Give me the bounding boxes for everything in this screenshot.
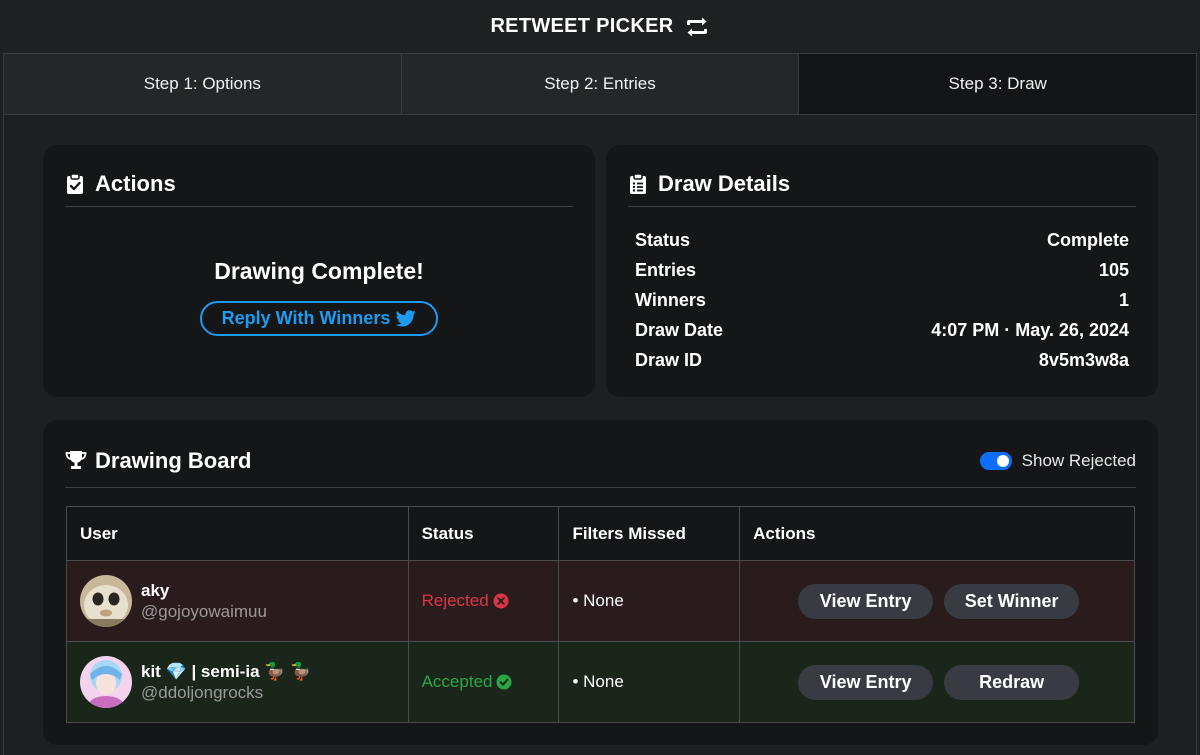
detail-value: 8v5m3w8a [1038, 349, 1129, 370]
column-header-user: User [66, 506, 409, 561]
table-row: aky @gojoyowaimuu Rejected • None View E… [66, 560, 1135, 642]
draw-details-card: Draw Details Status Complete Entries 105… [606, 145, 1158, 397]
detail-label: Winners [635, 289, 706, 310]
detail-value: 105 [1098, 259, 1129, 280]
column-header-status: Status [407, 506, 560, 561]
user-name: kit 💎 | semi-ia 🦆 🦆 [141, 661, 312, 681]
avatar[interactable] [80, 575, 132, 627]
view-entry-button[interactable]: View Entry [798, 583, 934, 619]
status-cell: Accepted [407, 641, 560, 723]
filters-cell: • None [558, 560, 741, 642]
status-label: Rejected [421, 591, 489, 610]
drawing-board-card: Drawing Board Show Rejected User Status … [43, 420, 1158, 745]
clipboard-check-icon [65, 172, 85, 195]
detail-label: Draw Date [635, 319, 724, 340]
avatar[interactable] [80, 656, 132, 708]
tab-label: Step 1: Options [143, 74, 261, 93]
board-header: Drawing Board Show Rejected [65, 434, 1136, 488]
filters-missed-value: • None [572, 672, 624, 691]
tab-label: Step 2: Entries [544, 74, 656, 93]
view-entry-button[interactable]: View Entry [798, 664, 934, 700]
user-cell: aky @gojoyowaimuu [66, 560, 409, 642]
detail-row-entries: Entries 105 [635, 255, 1129, 285]
actions-card-header: Actions [65, 161, 573, 207]
board-title: Drawing Board [95, 447, 252, 473]
retweet-icon [684, 17, 710, 37]
app-header: RETWEET PICKER [0, 0, 1200, 53]
filters-missed-value: • None [572, 591, 624, 610]
table-row: kit 💎 | semi-ia 🦆 🦆 @ddoljongrocks Accep… [66, 641, 1135, 723]
row-actions: View Entry Set Winner [753, 583, 1134, 619]
detail-value: 1 [1118, 289, 1129, 310]
status-accepted: Accepted [422, 672, 513, 692]
user-handle[interactable]: @gojoyowaimuu [141, 602, 267, 622]
set-winner-button[interactable]: Set Winner [944, 583, 1080, 619]
step-tabs: Step 1: Options Step 2: Entries Step 3: … [3, 53, 1197, 115]
column-header-filters-missed: Filters Missed [558, 506, 741, 561]
app-title: RETWEET PICKER [490, 15, 674, 37]
tab-step-1-options[interactable]: Step 1: Options [4, 54, 402, 114]
twitter-bird-icon [396, 310, 417, 327]
tab-step-2-entries[interactable]: Step 2: Entries [402, 54, 800, 114]
actions-cell: View Entry Set Winner [739, 560, 1135, 642]
actions-card: Actions Drawing Complete! Reply With Win… [43, 145, 595, 397]
detail-row-winners: Winners 1 [635, 285, 1129, 315]
user-info: kit 💎 | semi-ia 🦆 🦆 @ddoljongrocks [80, 656, 408, 708]
drawing-complete-message: Drawing Complete! [214, 258, 424, 284]
user-info: aky @gojoyowaimuu [80, 575, 408, 627]
detail-row-draw-date: Draw Date 4:07 PM · May. 26, 2024 [635, 315, 1129, 345]
detail-value: Complete [1046, 229, 1129, 250]
detail-label: Entries [635, 259, 697, 280]
status-label: Accepted [421, 672, 493, 691]
filters-cell: • None [558, 641, 741, 723]
row-actions: View Entry Redraw [753, 664, 1134, 700]
detail-value: 4:07 PM · May. 26, 2024 [931, 319, 1129, 340]
status-rejected: Rejected [422, 591, 509, 611]
board-title-wrap: Drawing Board [65, 448, 251, 474]
check-circle-icon [496, 674, 512, 690]
drawing-board-table: User Status Filters Missed Actions aky @… [66, 506, 1135, 723]
tab-step-3-draw[interactable]: Step 3: Draw [799, 54, 1197, 114]
detail-row-draw-id: Draw ID 8v5m3w8a [635, 345, 1129, 375]
trophy-icon [65, 450, 87, 472]
toggle-knob [996, 454, 1009, 467]
redraw-button[interactable]: Redraw [944, 664, 1080, 700]
details-card-header: Draw Details [628, 161, 1136, 207]
actions-cell: View Entry Redraw [739, 641, 1135, 723]
details-card-title: Draw Details [658, 170, 791, 196]
table-header-row: User Status Filters Missed Actions [66, 506, 1135, 561]
column-header-actions: Actions [739, 506, 1135, 561]
tab-label: Step 3: Draw [948, 74, 1047, 93]
show-rejected-label: Show Rejected [1021, 450, 1136, 470]
actions-card-title: Actions [95, 170, 176, 196]
user-text: kit 💎 | semi-ia 🦆 🦆 @ddoljongrocks [141, 662, 311, 703]
user-handle[interactable]: @ddoljongrocks [141, 683, 311, 703]
user-name: aky [141, 580, 170, 600]
detail-row-status: Status Complete [635, 225, 1129, 255]
reply-button-label: Reply With Winners [221, 308, 391, 328]
x-circle-icon [493, 593, 509, 609]
draw-details-list: Status Complete Entries 105 Winners 1 Dr… [635, 225, 1129, 375]
clipboard-list-icon [628, 172, 648, 195]
detail-label: Status [635, 229, 691, 250]
show-rejected-toggle[interactable] [979, 451, 1012, 470]
reply-with-winners-button[interactable]: Reply With Winners [200, 301, 438, 336]
detail-label: Draw ID [635, 349, 703, 370]
user-text: aky @gojoyowaimuu [141, 581, 267, 622]
status-cell: Rejected [407, 560, 560, 642]
user-cell: kit 💎 | semi-ia 🦆 🦆 @ddoljongrocks [66, 641, 409, 723]
show-rejected-toggle-wrap: Show Rejected [979, 450, 1136, 471]
